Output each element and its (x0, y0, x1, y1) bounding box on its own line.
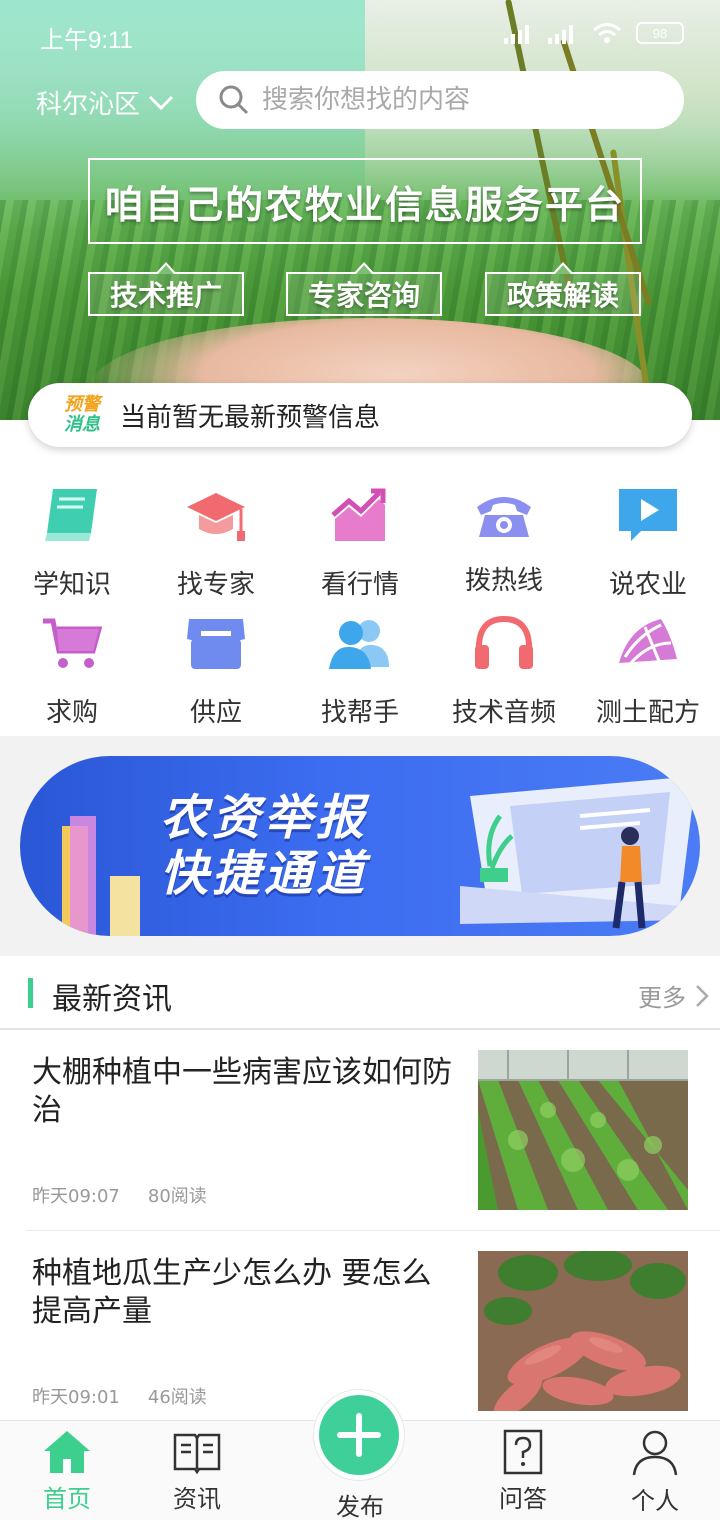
service-expert[interactable]: 找专家 (144, 480, 288, 608)
home-icon (44, 1431, 90, 1473)
tab-publish-label[interactable]: 发布 (305, 1487, 415, 1520)
buildings-illustration (62, 816, 140, 936)
headphones-icon (475, 615, 533, 669)
news-thumbnail-greenhouse (478, 1050, 688, 1210)
battery-icon: 98 (636, 22, 684, 44)
soil-test-icon (619, 619, 677, 665)
publish-button[interactable] (314, 1390, 404, 1480)
book-icon (45, 489, 97, 541)
tab-label: 首页 (43, 1485, 91, 1513)
signal-icon (548, 25, 573, 44)
service-label: 找帮手 (320, 698, 399, 728)
hero-tag-expert-consult[interactable]: 专家咨询 (286, 262, 442, 316)
news-reads: 46阅读 (147, 1387, 207, 1408)
news-time: 昨天09:01 (32, 1387, 120, 1408)
service-talk-agri[interactable]: 说农业 (576, 480, 720, 608)
chevron-down-icon (148, 95, 174, 110)
service-label: 技术音频 (451, 698, 556, 728)
service-hotline[interactable]: 拨热线 (432, 480, 576, 608)
service-soil-test[interactable]: 测土配方 (576, 608, 720, 736)
banner-line-2: 快捷通道 (160, 846, 369, 902)
service-supply[interactable]: 供应 (144, 608, 288, 736)
search-input[interactable] (262, 85, 642, 115)
graduation-cap-icon (187, 493, 245, 541)
news-meta: 昨天09:07 80阅读 (32, 1182, 207, 1208)
status-bar: 上午9:11 98 (0, 0, 720, 70)
warning-badge-top: 预警 (64, 394, 100, 415)
wifi-icon (593, 23, 621, 43)
shopping-cart-icon (43, 618, 103, 668)
region-selector[interactable]: 科尔沁区 (36, 84, 174, 121)
status-time: 上午9:11 (40, 27, 133, 54)
service-label: 拨热线 (464, 566, 543, 596)
tab-profile[interactable]: 个人 (600, 1429, 710, 1516)
news-reads: 80阅读 (147, 1186, 207, 1207)
tab-home[interactable]: 首页 (12, 1429, 122, 1514)
service-purchase[interactable]: 求购 (0, 608, 144, 736)
news-section-title: 最新资讯 (52, 982, 172, 1017)
hero-tag-policy[interactable]: 政策解读 (485, 262, 641, 316)
hero-title: 咱自己的农牧业信息服务平台 (104, 182, 625, 227)
search-bar[interactable] (196, 71, 684, 129)
status-icons: 98 (504, 22, 684, 44)
service-label: 求购 (45, 698, 98, 728)
tab-qa[interactable]: 问答 (468, 1429, 578, 1514)
chevron-right-icon (696, 984, 709, 1007)
tab-news[interactable]: 资讯 (142, 1429, 252, 1514)
news-title: 大棚种植中一些病害应该如何防治 (32, 1055, 452, 1128)
section-accent-bar (28, 978, 33, 1008)
plus-icon (337, 1413, 381, 1457)
report-channel-banner[interactable]: 农资举报 快捷通道 (20, 756, 700, 936)
video-play-icon (619, 489, 677, 541)
telephone-icon (477, 497, 531, 537)
service-learn[interactable]: 学知识 (0, 480, 144, 608)
service-audio[interactable]: 技术音频 (432, 608, 576, 736)
news-more-link[interactable]: 更多 (638, 978, 710, 1013)
tab-label: 个人 (631, 1487, 679, 1515)
laptop-illustration (460, 776, 696, 929)
news-meta: 昨天09:01 46阅读 (32, 1383, 207, 1409)
tab-label: 问答 (499, 1485, 547, 1513)
warning-badge: 预警 消息 (64, 395, 100, 435)
warning-notice[interactable]: 预警 消息 当前暂无最新预警信息 (28, 383, 692, 447)
region-label: 科尔沁区 (36, 90, 141, 120)
banner-title: 农资举报 快捷通道 (160, 790, 368, 902)
question-icon (503, 1429, 543, 1475)
service-label: 供应 (189, 698, 242, 728)
service-label: 测土配方 (595, 698, 700, 728)
hero-title-box: 咱自己的农牧业信息服务平台 (88, 158, 642, 244)
news-time: 昨天09:07 (32, 1186, 120, 1207)
warning-text: 当前暂无最新预警信息 (120, 402, 381, 433)
search-icon (219, 85, 249, 115)
trend-chart-icon (331, 488, 386, 541)
service-label: 说农业 (608, 570, 687, 600)
person-icon (632, 1430, 678, 1476)
hero-tag-tech-promotion[interactable]: 技术推广 (88, 262, 244, 316)
service-label: 找专家 (176, 570, 255, 600)
store-icon (187, 619, 245, 669)
service-label: 学知识 (32, 570, 111, 600)
signal-icon (504, 25, 529, 44)
people-icon (329, 620, 389, 669)
open-book-icon (173, 1433, 221, 1475)
tab-label: 资讯 (173, 1485, 221, 1513)
top-bar: 科尔沁区 (0, 70, 720, 134)
banner-line-1: 农资举报 (160, 790, 369, 846)
service-market[interactable]: 看行情 (288, 480, 432, 608)
news-item[interactable]: 大棚种植中一些病害应该如何防治 昨天09:07 80阅读 (0, 1030, 720, 1230)
news-thumbnail-sweet-potato (478, 1251, 688, 1411)
news-title: 种植地瓜生产少怎么办 要怎么提高产量 (32, 1256, 432, 1329)
service-grid: 学知识 找专家 看行情 拨热线 说农业 求购 供应 找帮手 技术音频 测土配方 (0, 470, 720, 732)
tab-label: 发布 (336, 1493, 384, 1520)
warning-badge-bottom: 消息 (64, 414, 100, 435)
more-label: 更多 (638, 984, 686, 1012)
service-label: 看行情 (320, 570, 399, 600)
news-section-header: 最新资讯 更多 (0, 956, 720, 1030)
service-helper[interactable]: 找帮手 (288, 608, 432, 736)
